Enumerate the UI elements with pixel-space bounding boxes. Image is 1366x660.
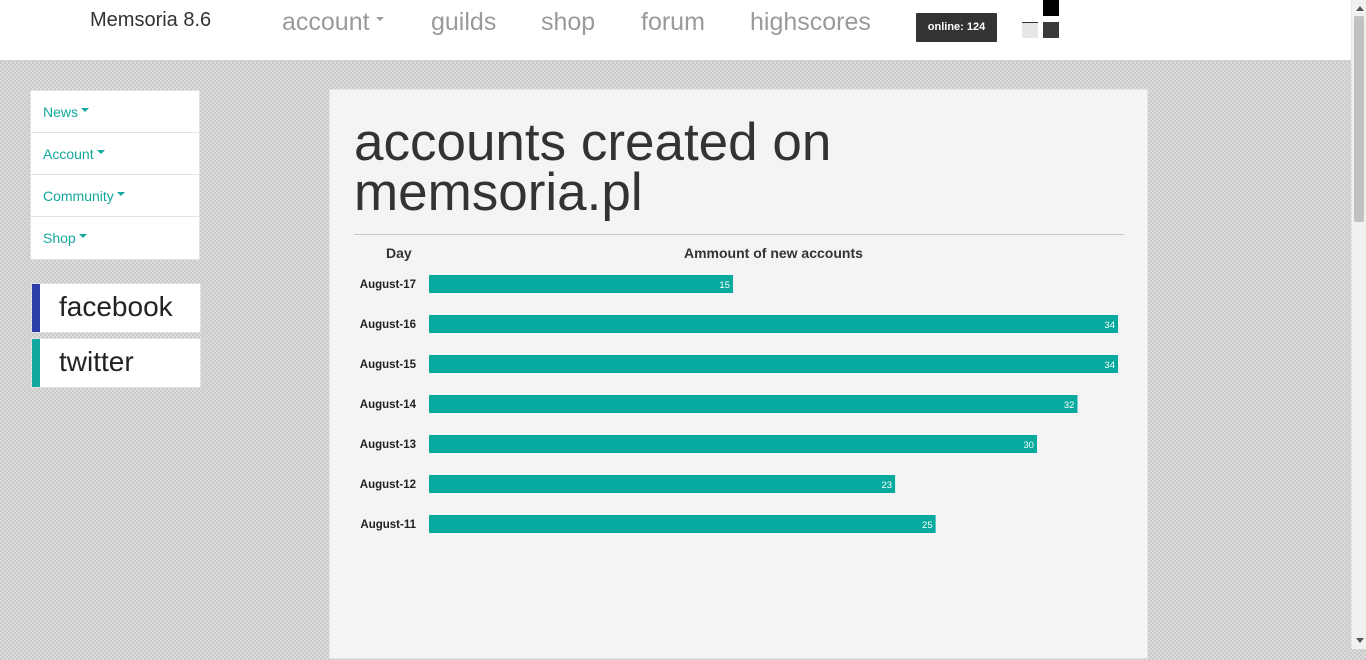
bar-value-label: 32 <box>1064 400 1075 411</box>
twitter-accent-bar <box>32 339 40 387</box>
bar-category-label: August-14 <box>360 399 417 411</box>
chart-bar <box>429 475 896 493</box>
facebook-label: facebook <box>59 291 173 322</box>
bar-value-label: 15 <box>719 280 730 291</box>
sidebar-item-account[interactable]: Account <box>31 133 199 175</box>
scrollbar-thumb[interactable] <box>1354 16 1364 222</box>
sidebar-item-label: News <box>43 104 79 120</box>
chevron-down-icon <box>78 234 87 239</box>
nav-account-label: account <box>282 8 370 36</box>
top-navbar: Memsoria 8.6 account guilds shop forum h… <box>0 0 1351 62</box>
nav-shop[interactable]: shop <box>541 8 595 37</box>
bar-value-label: 23 <box>882 480 893 491</box>
bar-category-label: August-15 <box>360 359 417 371</box>
facebook-accent-bar <box>32 284 40 332</box>
chart-bar <box>429 355 1118 373</box>
chart-bar <box>429 395 1078 413</box>
chart-bar <box>429 515 936 533</box>
twitter-link[interactable]: twitter <box>31 338 201 388</box>
bar-category-label: August-13 <box>360 439 416 451</box>
nav-account[interactable]: account <box>282 8 384 37</box>
facebook-link[interactable]: facebook <box>31 283 201 333</box>
theme-dark-swatch[interactable] <box>1043 22 1059 38</box>
chevron-down-icon <box>96 150 105 155</box>
main-content: accounts created on memsoria.pl Day Ammo… <box>329 89 1148 659</box>
chevron-down-icon <box>81 108 90 113</box>
chevron-down-icon <box>116 192 125 197</box>
bar-value-label: 34 <box>1104 360 1115 371</box>
nav-guilds[interactable]: guilds <box>431 8 496 37</box>
sidebar-item-shop[interactable]: Shop <box>31 217 199 259</box>
brand-title[interactable]: Memsoria 8.6 <box>90 9 211 32</box>
bar-value-label: 34 <box>1104 320 1115 331</box>
online-count-badge: online: 124 <box>916 13 997 42</box>
chart-bar <box>429 275 733 293</box>
chart-bar <box>429 435 1037 453</box>
sidebar-item-label: Account <box>43 146 94 162</box>
sidebar-item-news[interactable]: News <box>31 91 199 133</box>
bar-category-label: August-12 <box>360 479 416 491</box>
sidebar-item-community[interactable]: Community <box>31 175 199 217</box>
sidebar-item-label: Shop <box>43 230 76 246</box>
theme-black-swatch[interactable] <box>1043 0 1059 16</box>
bar-value-label: 25 <box>922 520 933 531</box>
theme-switcher <box>1020 0 1060 42</box>
bar-value-label: 30 <box>1023 440 1034 451</box>
bar-category-label: August-17 <box>360 279 416 291</box>
sidebar-menu: News Account Community Shop <box>30 90 200 260</box>
scroll-up-arrow-icon[interactable] <box>1356 6 1364 11</box>
chart-bar <box>429 315 1118 333</box>
nav-highscores[interactable]: highscores <box>750 8 871 37</box>
scroll-down-arrow-icon[interactable] <box>1356 638 1364 643</box>
theme-light-swatch[interactable] <box>1022 22 1038 38</box>
chevron-down-icon <box>375 17 384 22</box>
bar-category-label: August-16 <box>360 319 416 331</box>
accounts-bar-chart: August-17 15 August-16 34 August-15 34 August-… <box>360 275 1118 533</box>
nav-forum[interactable]: forum <box>641 8 705 37</box>
page-scrollbar[interactable] <box>1351 0 1366 649</box>
sidebar-item-label: Community <box>43 188 114 204</box>
bar-category-label: August-11 <box>360 519 416 531</box>
twitter-label: twitter <box>59 346 134 377</box>
